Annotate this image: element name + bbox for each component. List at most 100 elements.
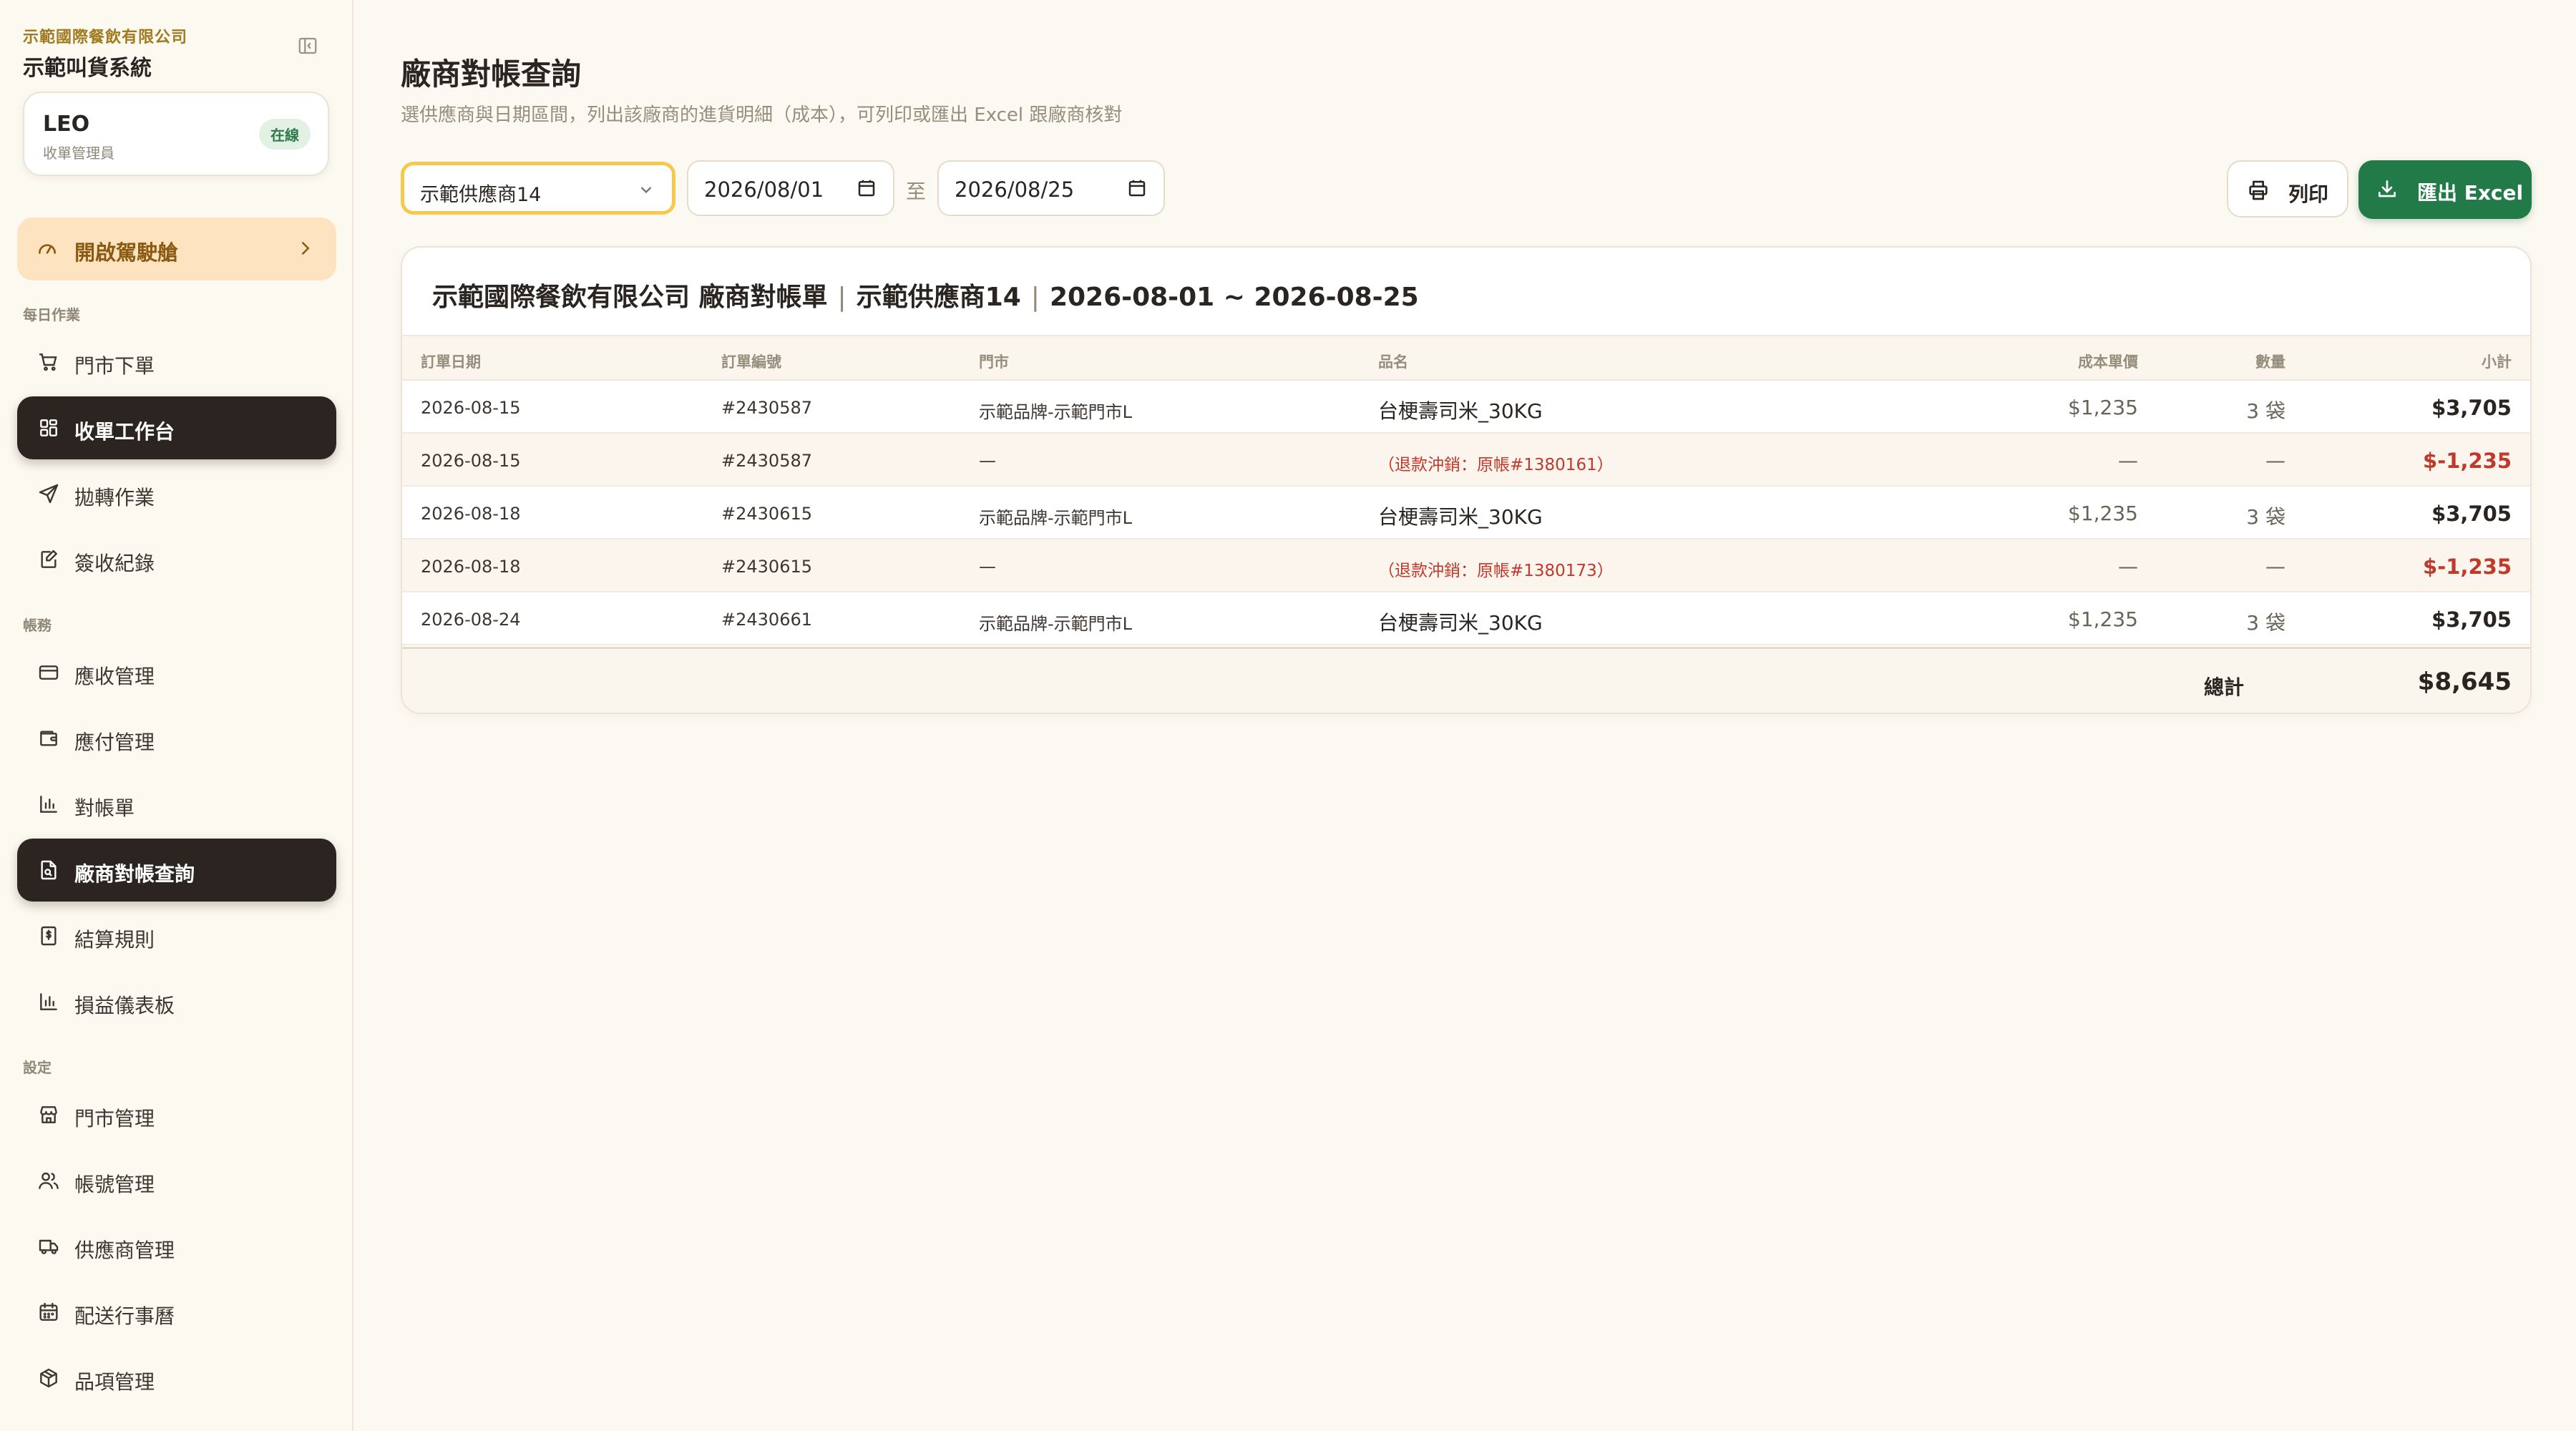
report-supplier: 示範供應商14	[856, 283, 1021, 312]
sidebar-item-payables[interactable]: 應付管理	[17, 707, 336, 770]
users-icon	[39, 1172, 59, 1189]
download-icon	[2379, 180, 2396, 197]
sidebar: 示範國際餐飲有限公司 示範叫貨系統 LEO 收單管理員 在線 開啟駕駛艙 每日作…	[0, 0, 353, 1431]
sidebar-item-store-order[interactable]: 門市下單	[17, 331, 336, 394]
sidebar-item-label: 應收管理	[74, 665, 155, 688]
sidebar-item-label: 供應商管理	[74, 1239, 175, 1262]
cell-store: —	[979, 451, 996, 471]
sidebar-item-supplier-reconciliation[interactable]: 廠商對帳查詢	[17, 839, 336, 902]
sidebar-item-receipt-log[interactable]: 簽收紀錄	[17, 528, 336, 591]
supplier-select[interactable]: 示範供應商14	[401, 162, 675, 215]
collapse-sidebar-button[interactable]	[293, 33, 322, 59]
column-header-qty: 數量	[2255, 353, 2285, 371]
sidebar-item-label: 應付管理	[74, 731, 155, 754]
sidebar-item-label: 簽收紀錄	[74, 552, 155, 575]
cell-order-no: #2430615	[721, 557, 812, 577]
user-card[interactable]: LEO 收單管理員 在線	[23, 92, 329, 176]
report-period: 2026-08-01 ~ 2026-08-25	[1049, 283, 1419, 312]
column-header-date: 訂單日期	[421, 353, 481, 371]
page-subtitle: 選供應商與日期區間，列出該廠商的進貨明細（成本），可列印或匯出 Excel 跟廠…	[401, 104, 1123, 126]
sidebar-item-supplier-management[interactable]: 供應商管理	[17, 1215, 336, 1278]
sidebar-collapse-icon	[298, 37, 317, 54]
sidebar-item-order-workbench[interactable]: 收單工作台	[17, 396, 336, 459]
bar-chart-icon	[40, 796, 57, 813]
sidebar-item-store-management[interactable]: 門市管理	[17, 1083, 336, 1146]
cell-subtotal: $-1,235	[2423, 555, 2512, 579]
system-name: 示範叫貨系統	[23, 56, 152, 81]
cell-unit-cost: $1,235	[2068, 502, 2138, 525]
export-excel-label: 匯出 Excel	[2417, 181, 2524, 205]
table-row-refund: 2026-08-15 #2430587 — （退款沖銷：原帳#1380161） …	[402, 434, 2530, 487]
sidebar-item-label: 損益儀表板	[74, 994, 175, 1017]
column-header-subtotal: 小計	[2482, 353, 2512, 371]
date-to-input[interactable]: 2026/08/25	[937, 160, 1165, 216]
calendar-icon[interactable]	[856, 177, 877, 199]
table-row-refund: 2026-08-18 #2430615 — （退款沖銷：原帳#1380173） …	[402, 539, 2530, 592]
sidebar-item-label: 品項管理	[74, 1370, 155, 1394]
print-label: 列印	[2288, 182, 2329, 206]
cell-unit-cost: $1,235	[2068, 396, 2138, 419]
cell-order-no: #2430615	[721, 504, 812, 524]
receipt-dollar-icon	[41, 926, 57, 946]
wallet-icon	[40, 731, 57, 746]
sidebar-item-account-management[interactable]: 帳號管理	[17, 1149, 336, 1212]
report-company: 示範國際餐飲有限公司 廠商對帳單	[432, 283, 828, 312]
table-row: 2026-08-15 #2430587 示範品牌-示範門市L 台梗壽司米_30K…	[402, 381, 2530, 434]
open-cockpit-label: 開啟駕駛艙	[74, 240, 179, 265]
cell-item: 台梗壽司米_30KG	[1378, 611, 1543, 635]
company-name: 示範國際餐飲有限公司	[23, 29, 188, 47]
sidebar-item-pnl-dashboard[interactable]: 損益儀表板	[17, 970, 336, 1033]
cell-store: 示範品牌-示範門市L	[979, 402, 1133, 422]
cell-refund-note: （退款沖銷：原帳#1380161）	[1378, 456, 1614, 474]
package-icon	[40, 1368, 57, 1388]
cell-date: 2026-08-18	[421, 504, 521, 524]
cell-subtotal: $-1,235	[2423, 449, 2512, 473]
sidebar-item-label: 帳號管理	[74, 1173, 155, 1196]
cell-unit-cost: —	[2118, 449, 2138, 472]
sidebar-item-receivables[interactable]: 應收管理	[17, 641, 336, 704]
date-from-input[interactable]: 2026/08/01	[687, 160, 894, 216]
cell-qty: —	[2265, 555, 2285, 578]
sidebar-item-statements[interactable]: 對帳單	[17, 773, 336, 836]
sidebar-item-item-management[interactable]: 品項管理	[17, 1347, 336, 1410]
cell-item: 台梗壽司米_30KG	[1378, 399, 1543, 423]
date-range-separator: 至	[906, 180, 927, 203]
cell-qty: 3 袋	[2246, 399, 2285, 423]
supplier-select-value: 示範供應商14	[420, 184, 542, 206]
cell-date: 2026-08-24	[421, 610, 521, 630]
send-icon	[39, 484, 59, 504]
nav-section-daily: 每日作業	[23, 306, 80, 323]
open-cockpit-button[interactable]: 開啟駕駛艙	[17, 218, 336, 280]
chevron-down-icon	[641, 187, 651, 194]
user-name: LEO	[43, 112, 90, 137]
cell-unit-cost: $1,235	[2068, 607, 2138, 631]
store-icon	[40, 1106, 57, 1123]
status-badge: 在線	[259, 119, 311, 150]
calendar-icon	[39, 1302, 58, 1321]
calendar-icon[interactable]	[1126, 177, 1148, 199]
bar-chart-icon	[40, 993, 57, 1010]
total-label: 總計	[2204, 675, 2245, 699]
export-excel-button[interactable]: 匯出 Excel	[2358, 160, 2532, 219]
cell-store: 示範品牌-示範門市L	[979, 614, 1133, 634]
chevron-right-icon	[302, 242, 310, 255]
sidebar-item-settlement-rules[interactable]: 結算規則	[17, 904, 336, 967]
sidebar-item-label: 門市下單	[74, 354, 155, 378]
page-title: 廠商對帳查詢	[401, 57, 582, 92]
table-header: 訂單日期 訂單編號 門市 品名 成本單價 數量 小計	[402, 335, 2530, 381]
sidebar-item-delivery-calendar[interactable]: 配送行事曆	[17, 1281, 336, 1344]
date-from-value: 2026/08/01	[704, 177, 824, 202]
cell-qty: —	[2265, 449, 2285, 472]
edit-document-icon	[41, 550, 57, 568]
title-divider: |	[1030, 283, 1040, 312]
table-row: 2026-08-24 #2430661 示範品牌-示範門市L 台梗壽司米_30K…	[402, 592, 2530, 645]
table-row: 2026-08-18 #2430615 示範品牌-示範門市L 台梗壽司米_30K…	[402, 487, 2530, 539]
column-header-store: 門市	[979, 353, 1009, 371]
print-button[interactable]: 列印	[2227, 160, 2348, 218]
reconciliation-report: 示範國際餐飲有限公司 廠商對帳單 | 示範供應商14 | 2026-08-01 ~ 20…	[401, 246, 2532, 714]
cell-date: 2026-08-15	[421, 398, 521, 418]
user-role: 收單管理員	[43, 145, 114, 162]
sidebar-item-transfer[interactable]: 拋轉作業	[17, 462, 336, 525]
cell-date: 2026-08-15	[421, 451, 521, 471]
document-search-icon	[41, 860, 57, 880]
